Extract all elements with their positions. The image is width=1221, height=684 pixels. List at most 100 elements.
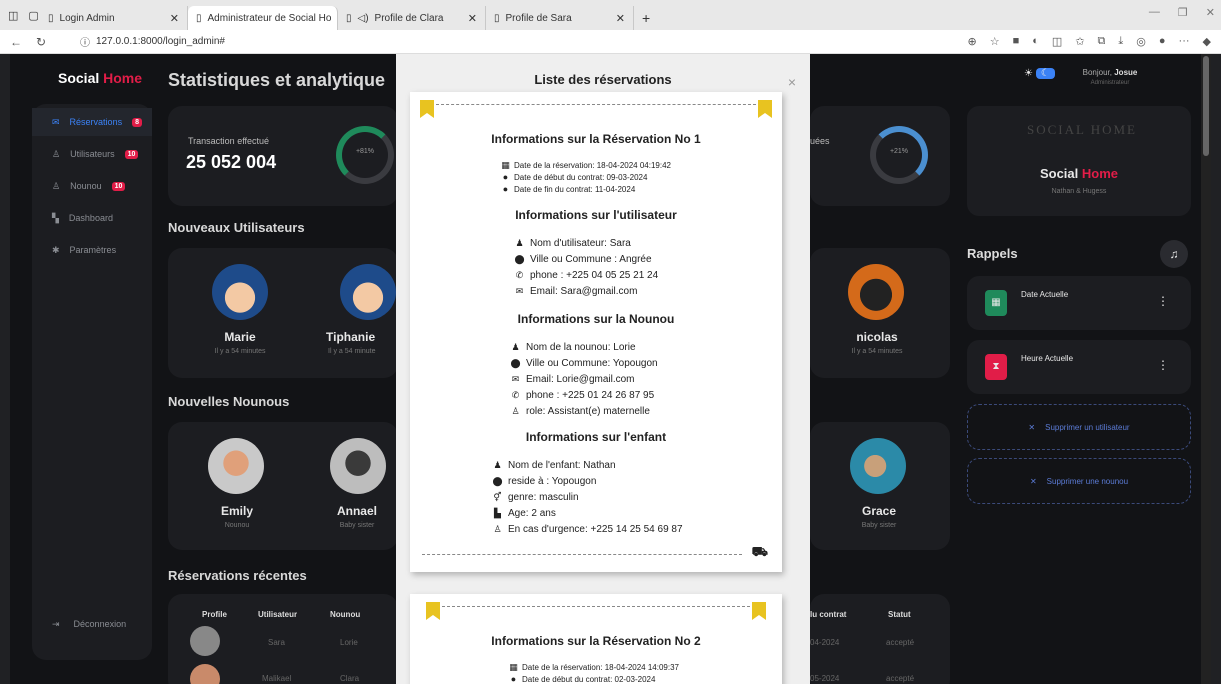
user-icon: ♟ [511,342,520,352]
download-icon[interactable]: ⤓ [1118,35,1123,48]
tab-login-admin[interactable]: ▯ Login Admin ✕ [40,6,188,30]
tab-admin[interactable]: ▯Administrateur de Social Ho✕ [188,6,338,30]
stat-card-transactions: Transaction effectué 25 052 004 +81% [168,106,398,206]
avatar-row-sara [190,626,220,656]
new-nannies-title: Nouvelles Nounous [168,394,290,409]
page-title: Statistiques et analytique [168,70,386,90]
tab-profile-sara[interactable]: ▯ Profile de Sara ✕ [486,6,634,30]
more-icon[interactable]: ··· [1179,35,1190,48]
clock-icon: ● [502,184,509,194]
user-greeting: Bonjour, Josue Administrateur [1082,68,1138,86]
bell-icon[interactable]: ♫ [1160,240,1188,268]
zoom-icon[interactable]: ⊕ [968,35,977,48]
phone-icon: ✆ [511,390,520,400]
user-icon: ♟ [515,238,524,248]
url-field[interactable]: ⓘ 127.0.0.1:8000/login_admin# [80,34,225,49]
emergency-icon: ♙ [493,524,502,534]
tab-profile-clara[interactable]: ▯ ◁) Profile de Clara ✕ [338,6,486,30]
extension-icon[interactable]: ■ [1013,35,1020,48]
browser-system-icons: ◫ ▢ [0,0,40,30]
collections-icon[interactable]: ⧉ [1098,35,1106,48]
audio-icon: ◁) [357,12,369,24]
user-icon: ♙ [52,180,61,191]
sidebar-item-users[interactable]: ♙ Utilisateurs 10 [32,140,152,168]
logout-icon: ⇥ [52,619,60,629]
close-tab-icon[interactable]: ✕ [170,12,179,25]
sidebar-item-reservations[interactable]: ✉ Réservations 8 [32,108,152,136]
split-icon[interactable]: ◫ [1052,35,1062,48]
hourglass-icon: ⧗ [985,354,1007,380]
avatar-marie[interactable] [212,264,268,320]
mail-icon: ✉ [511,374,520,384]
workspaces-icon[interactable]: ◫ [8,9,18,22]
logout-button[interactable]: ⇥ Déconnexion [52,619,126,630]
stat-value: 25 052 004 [186,152,277,172]
user-icon: ♟ [493,460,502,470]
extension-icon[interactable]: ◎ [1136,35,1146,48]
page-icon: ▯ [48,12,54,24]
age-icon: ▙ [494,508,501,518]
more-vertical-icon[interactable]: ⋮ [1157,294,1169,308]
page-icon: ▯ [494,12,500,24]
close-icon[interactable]: × [788,74,796,90]
minimize-icon[interactable]: — [1149,6,1160,19]
stat-card-second: uées +21% [810,106,950,206]
avatar-nicolas[interactable] [848,264,904,320]
restore-icon[interactable]: ❐ [1178,6,1188,19]
favorite-icon[interactable]: ☆ [990,35,1000,48]
favorites-icon[interactable]: ✩ [1075,35,1084,48]
mail-icon: ✉ [52,116,60,127]
browser-toolbar: ⊕ ☆ ■ ◐ ◫ ✩ ⧉ ⤓ ◎ ● ··· ◆ [968,35,1221,48]
page-icon: ▯ [346,12,352,24]
tab-actions-icon[interactable]: ▢ [28,9,38,22]
profile-icon[interactable]: ● [1159,35,1166,48]
mail-icon: ✉ [515,286,524,296]
clock-icon: ● [502,172,509,182]
info-icon: ⓘ [80,38,90,49]
delete-nanny-button[interactable]: ✕ Supprimer une nounou [967,458,1191,504]
extension-icon[interactable]: ◐ [1032,35,1039,48]
reload-icon[interactable]: ↻ [36,35,46,49]
avatar-annael[interactable] [330,438,386,494]
close-tab-icon[interactable]: ✕ [468,12,477,25]
bookmark-icon [758,100,772,118]
gear-icon: ✱ [52,244,60,255]
new-tab-button[interactable]: + [634,6,658,30]
calendar-icon: ▦ [501,160,510,170]
badge-count: 10 [124,149,139,159]
user-tie-icon: ♙ [511,406,520,416]
delete-user-button[interactable]: ✕ Supprimer un utilisateur [967,404,1191,450]
calendar-icon: ▦ [509,662,518,672]
sidebar-item-settings[interactable]: ✱ Paramètres [32,236,152,264]
sidebar-item-nanny[interactable]: ♙ Nounou 10 [32,172,152,200]
badge-count: 10 [111,181,126,191]
sidebar-item-dashboard[interactable]: ▚ Dashboard [32,204,152,232]
close-window-icon[interactable]: ✕ [1206,6,1215,19]
location-icon: ⬤ [514,254,525,264]
close-icon: ✕ [1029,476,1037,486]
sun-icon: ☀ [1024,68,1033,79]
copilot-icon[interactable]: ◆ [1203,35,1211,48]
new-users-title: Nouveaux Utilisateurs [168,220,305,235]
location-icon: ⬤ [510,358,521,368]
avatar-emily[interactable] [208,438,264,494]
page-scrollbar[interactable] [1201,54,1211,684]
modal-title: Liste des réservations [534,72,672,87]
avatar-tiphanie[interactable] [340,264,396,320]
reminder-date: ▦ Date Actuelle ⋮ [967,276,1191,330]
brand-logo: SOCIAL HOME [1027,122,1137,137]
window-controls: — ❐ ✕ [1149,6,1215,19]
brand-card: SOCIAL HOME Social Home Nathan & Hugess [967,106,1191,216]
reservations-modal: Liste des réservations × Informations su… [396,54,810,684]
progress-ring: +81% [336,126,394,184]
theme-toggle[interactable]: ☀ ☾ [1024,68,1055,79]
admin-page: Social Home ✉ Réservations 8 ♙ Utilisateurs… [10,54,1211,684]
address-bar: ← ↻ ⓘ 127.0.0.1:8000/login_admin# ⊕ ☆ ■ ◐ ◫ ✩ ⧉ ⤓… [0,30,1221,54]
back-icon[interactable]: ← [10,35,22,49]
page-icon: ▯ [196,12,202,24]
gender-icon: ⚥ [493,492,502,502]
reminder-time: ⧗ Heure Actuelle ⋮ [967,340,1191,394]
more-vertical-icon[interactable]: ⋮ [1157,358,1169,372]
avatar-grace[interactable] [850,438,906,494]
close-tab-icon[interactable]: ✕ [616,12,625,25]
